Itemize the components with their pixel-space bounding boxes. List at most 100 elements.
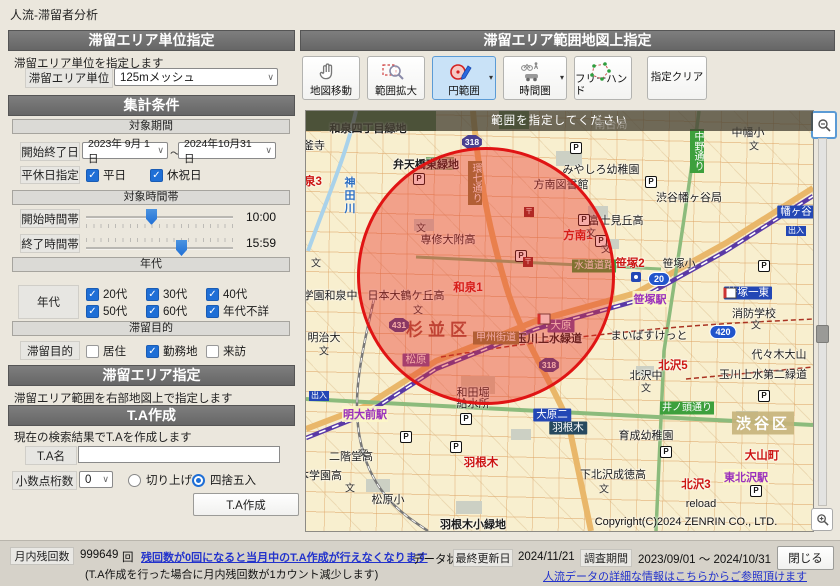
radio-icon[interactable] <box>192 474 205 487</box>
school-icon: 文 <box>345 480 355 495</box>
remaining-count-label: 月内残回数 <box>10 547 74 565</box>
digits-label: 小数点桁数 <box>12 471 77 490</box>
weekday-label: 平休日指定 <box>20 166 80 184</box>
chevron-down-icon: ∨ <box>265 145 272 156</box>
magnifier-plus-icon <box>816 513 829 526</box>
ta-create-button[interactable]: T.A作成 <box>193 493 299 516</box>
store-icon <box>724 288 737 299</box>
ta-name-input[interactable] <box>78 446 280 463</box>
checkbox-icon[interactable]: ✓ <box>146 305 159 318</box>
tool-範囲拡大[interactable]: 範囲拡大 <box>367 56 425 100</box>
people-flow-info-link[interactable]: 人流データの詳細な情報はこちらからご参照頂けます <box>543 568 807 584</box>
signal-icon <box>631 272 641 282</box>
age-option-年代不詳[interactable]: ✓年代不詳 <box>206 303 269 319</box>
parking-icon: P <box>400 431 412 443</box>
unit-label: 滞留エリア単位 <box>25 68 113 88</box>
checkbox-icon[interactable] <box>206 345 219 358</box>
checkbox-icon[interactable]: ✓ <box>206 305 219 318</box>
tool-指定クリア[interactable]: 指定クリア <box>647 56 707 100</box>
date-to-select[interactable]: 2024年10月31日∨ <box>178 142 276 159</box>
map-label: まいばすけっと <box>611 327 688 343</box>
tool-円範囲[interactable]: 円範囲▾ <box>432 56 496 100</box>
map-label: 下北沢成徳高 <box>580 466 646 482</box>
parking-icon: P <box>758 390 770 402</box>
age-option-40代[interactable]: ✓40代 <box>206 286 247 302</box>
age-option-60代[interactable]: ✓60代 <box>146 303 187 319</box>
last-updated-label: 最終更新日 <box>453 549 513 567</box>
start-time-ticks <box>86 224 233 228</box>
weekday-option-平日[interactable]: ✓平日 <box>86 167 126 183</box>
tool-時間圏[interactable]: 時間圏▾ <box>503 56 567 100</box>
map-label: 学園和泉中 <box>305 287 358 303</box>
tool-地図移動[interactable]: 地図移動 <box>302 56 360 100</box>
map-label: 笹塚駅 <box>633 291 668 307</box>
map-label: 羽根木 <box>464 454 499 470</box>
radio-icon[interactable] <box>128 474 141 487</box>
checkbox-icon[interactable]: ✓ <box>146 345 159 358</box>
dropdown-arrow-icon[interactable]: ▾ <box>489 73 493 82</box>
end-time-ticks <box>86 238 233 242</box>
map-label: 渋谷幡ヶ谷局 <box>656 189 722 205</box>
map-label: 羽根木小緑地 <box>440 516 506 532</box>
map-label: 神田川 <box>341 177 357 216</box>
parking-icon: P <box>645 176 657 188</box>
start-time-slider-thumb[interactable] <box>146 209 157 225</box>
map-label: 玉川上水第二緑道 <box>719 366 807 382</box>
survey-period-label: 調査期間 <box>580 549 632 567</box>
map-label: 東北沢駅 <box>723 469 769 485</box>
unit-select[interactable]: 125mメッシュ∨ <box>114 68 278 86</box>
map-label: 420 <box>709 325 736 339</box>
age-option-20代[interactable]: ✓20代 <box>86 286 127 302</box>
map-label: 育成幼稚園 <box>619 427 674 443</box>
zoom-slider-track[interactable] <box>818 138 827 506</box>
end-time-label: 終了時間帯 <box>20 234 80 253</box>
purpose-option-来訪[interactable]: 来訪 <box>206 343 246 359</box>
section-header-conditions: 集計条件 <box>8 95 295 116</box>
section-header-unit: 滞留エリア単位指定 <box>8 30 295 51</box>
checkbox-icon[interactable]: ✓ <box>146 288 159 301</box>
dropdown-arrow-icon[interactable]: ▾ <box>560 73 564 82</box>
round-option-切り上げ[interactable]: 切り上げ <box>128 472 192 488</box>
remaining-count-unit: 回 <box>122 549 134 565</box>
school-icon: 文 <box>311 255 321 270</box>
close-button[interactable]: 閉じる <box>777 546 834 570</box>
digits-select[interactable]: 0∨ <box>79 471 113 488</box>
area-description: 滞留エリア範囲を右部地図上で指定します <box>14 390 233 406</box>
checkbox-icon[interactable]: ✓ <box>150 169 163 182</box>
age-option-50代[interactable]: ✓50代 <box>86 303 127 319</box>
zoom-out-button[interactable] <box>811 111 837 139</box>
purpose-option-勤務地[interactable]: ✓勤務地 <box>146 343 198 359</box>
survey-period-value: 2023/09/01 ～ 2024/10/31 <box>638 551 771 567</box>
zoom-rect-icon <box>368 60 418 84</box>
checkbox-icon[interactable]: ✓ <box>86 305 99 318</box>
circle-pen-icon <box>433 60 489 84</box>
checkbox-icon[interactable]: ✓ <box>86 169 99 182</box>
section-header-area: 滞留エリア指定 <box>8 365 295 386</box>
weekday-option-休祝日[interactable]: ✓休祝日 <box>150 167 202 183</box>
purpose-option-居住[interactable]: 居住 <box>86 343 126 359</box>
checkbox-icon[interactable]: ✓ <box>206 288 219 301</box>
date-from-select[interactable]: 2023年 9月 1日∨ <box>82 142 168 159</box>
map-canvas[interactable]: 範囲を指定してください Copyright(C)2024 ZENRIN CO.,… <box>305 110 814 532</box>
subheader-time: 対象時間帯 <box>12 190 290 205</box>
tool-フリーハンド[interactable]: フリーハンド <box>574 56 632 100</box>
remaining-warning-link[interactable]: 残回数が0回になると当月中のT.A作成が行えなくなります <box>141 549 428 565</box>
map-label: 松原小 <box>372 491 405 507</box>
magnifier-minus-icon <box>817 118 831 132</box>
window-title: 人流-滞留者分析 <box>10 6 98 23</box>
end-time-slider-thumb[interactable] <box>176 240 187 256</box>
selection-circle[interactable] <box>357 147 615 405</box>
end-time-slider[interactable] <box>86 247 233 250</box>
weekday-options: ✓平日 ✓休祝日 <box>86 167 202 183</box>
round-option-四捨五入[interactable]: 四捨五入 <box>192 472 256 488</box>
checkbox-icon[interactable]: ✓ <box>86 288 99 301</box>
age-option-30代[interactable]: ✓30代 <box>146 286 187 302</box>
map-label: reload <box>686 498 717 510</box>
checkbox-icon[interactable] <box>86 345 99 358</box>
map-copyright: Copyright(C)2024 ZENRIN CO., LTD. <box>595 516 778 528</box>
zoom-slider-handle[interactable] <box>816 325 829 343</box>
start-time-slider[interactable] <box>86 216 233 219</box>
zoom-in-button[interactable] <box>811 508 833 531</box>
map-label: 20 <box>648 272 670 286</box>
map-toolbar: 地図移動範囲拡大円範囲▾時間圏▾フリーハンド指定クリア <box>302 56 835 101</box>
